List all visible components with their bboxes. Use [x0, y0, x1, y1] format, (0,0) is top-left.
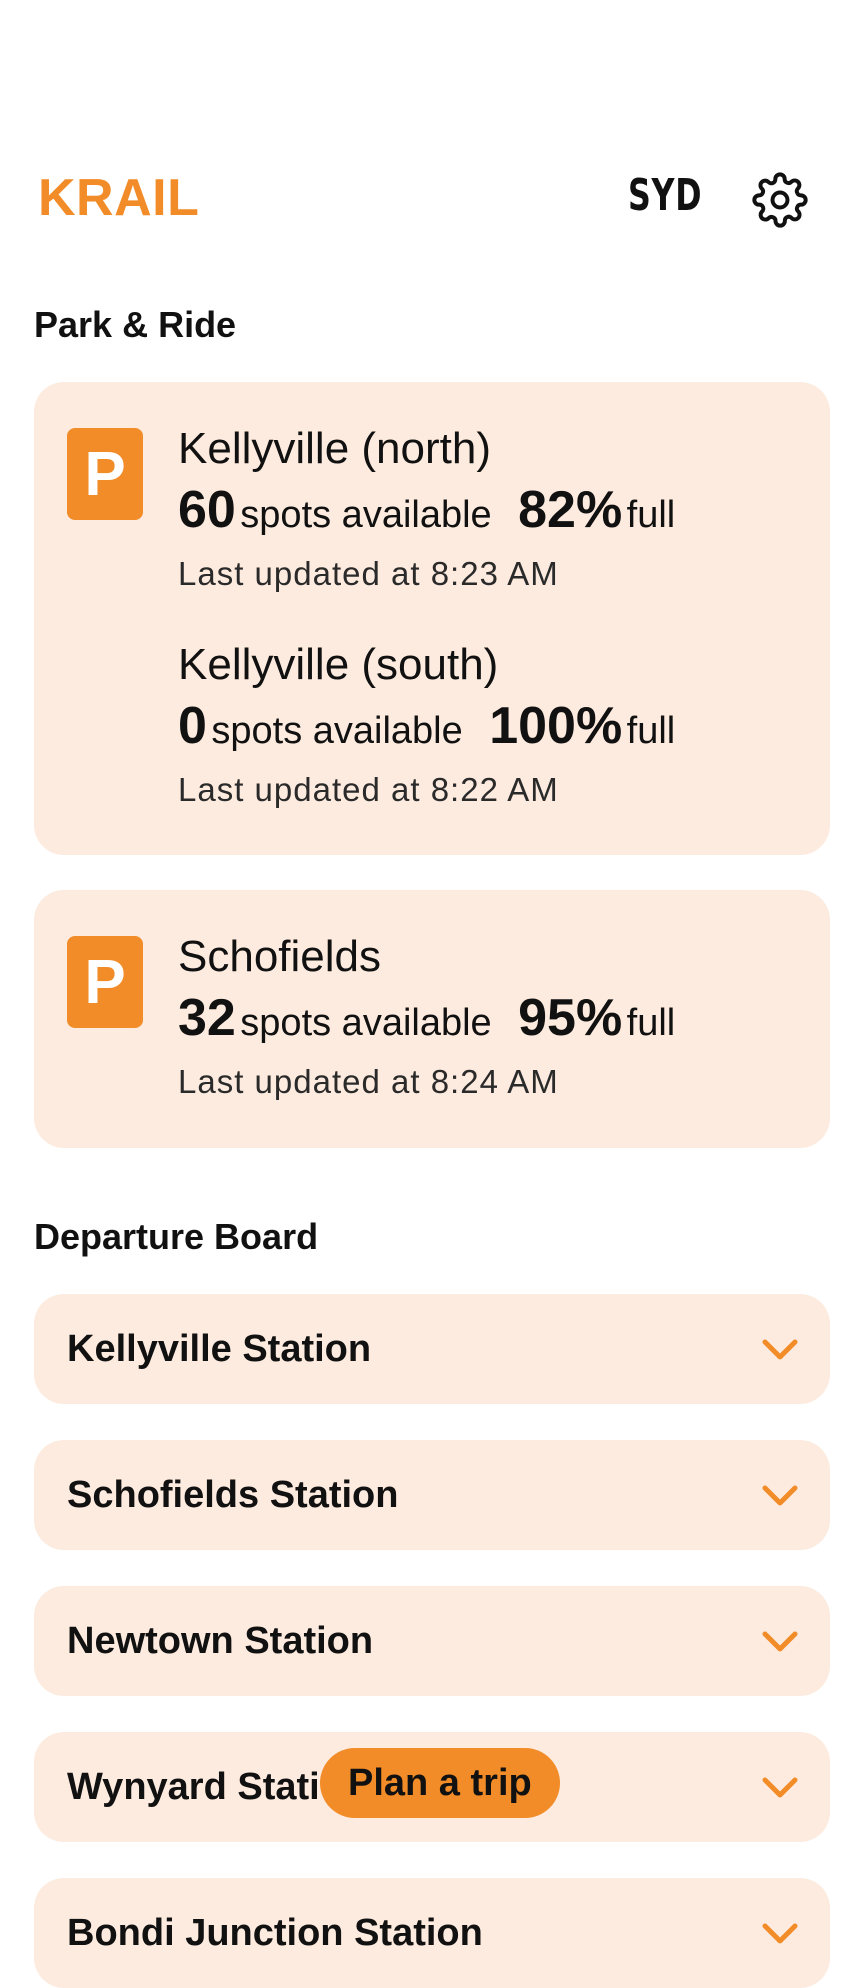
- station-name: Kellyville Station: [67, 1328, 372, 1370]
- park-ride-heading: Park & Ride: [34, 304, 237, 345]
- city-selector[interactable]: SYD: [628, 170, 702, 221]
- spots-label: spots available: [240, 494, 492, 536]
- occupancy-percent: 82%: [518, 481, 623, 539]
- station-name: Bondi Junction Station: [67, 1912, 483, 1954]
- chevron-down-icon[interactable]: [760, 1916, 800, 1950]
- parking-lot: Schofields 32 spots available 95% full L…: [178, 932, 818, 1101]
- spots-count: 0: [178, 697, 207, 755]
- spots-label: spots available: [211, 710, 463, 752]
- parking-lot: Kellyville (south) 0 spots available 100…: [178, 640, 818, 809]
- chevron-down-icon[interactable]: [760, 1478, 800, 1512]
- lot-name: Kellyville (south): [178, 640, 499, 689]
- station-row-kellyville[interactable]: Kellyville Station: [34, 1294, 830, 1404]
- station-row-newtown[interactable]: Newtown Station: [34, 1586, 830, 1696]
- station-row-schofields[interactable]: Schofields Station: [34, 1440, 830, 1550]
- lot-stats: 32 spots available 95% full: [178, 992, 818, 1057]
- app-logo: KRAIL: [38, 169, 200, 227]
- occupancy-percent: 100%: [489, 697, 623, 755]
- lot-name: Kellyville (north): [178, 424, 491, 473]
- park-ride-card-kellyville[interactable]: P Kellyville (north) 60 spots available …: [34, 382, 830, 855]
- parking-icon: P: [67, 428, 143, 520]
- gear-icon[interactable]: [752, 172, 808, 228]
- parking-icon: P: [67, 936, 143, 1028]
- last-updated: Last updated at 8:24 AM: [178, 1063, 559, 1100]
- last-updated: Last updated at 8:23 AM: [178, 555, 559, 592]
- lot-stats: 60 spots available 82% full: [178, 484, 818, 549]
- full-label: full: [626, 494, 676, 536]
- full-label: full: [626, 710, 676, 752]
- station-name: Newtown Station: [67, 1620, 374, 1662]
- lot-name: Schofields: [178, 932, 382, 981]
- lot-stats: 0 spots available 100% full: [178, 700, 818, 765]
- app-header: KRAIL SYD: [0, 150, 864, 245]
- spots-count: 60: [178, 481, 236, 539]
- station-row-bondi-junction[interactable]: Bondi Junction Station: [34, 1878, 830, 1988]
- departure-board-heading: Departure Board: [34, 1216, 319, 1257]
- station-name: Schofields Station: [67, 1474, 399, 1516]
- spots-count: 32: [178, 989, 236, 1047]
- full-label: full: [626, 1002, 676, 1044]
- park-ride-card-schofields[interactable]: P Schofields 32 spots available 95% full…: [34, 890, 830, 1148]
- plan-trip-button[interactable]: Plan a trip: [320, 1748, 560, 1818]
- chevron-down-icon[interactable]: [760, 1624, 800, 1658]
- spots-label: spots available: [240, 1002, 492, 1044]
- chevron-down-icon[interactable]: [760, 1770, 800, 1804]
- last-updated: Last updated at 8:22 AM: [178, 771, 559, 808]
- chevron-down-icon[interactable]: [760, 1332, 800, 1366]
- occupancy-percent: 95%: [518, 989, 623, 1047]
- parking-lot: Kellyville (north) 60 spots available 82…: [178, 424, 818, 593]
